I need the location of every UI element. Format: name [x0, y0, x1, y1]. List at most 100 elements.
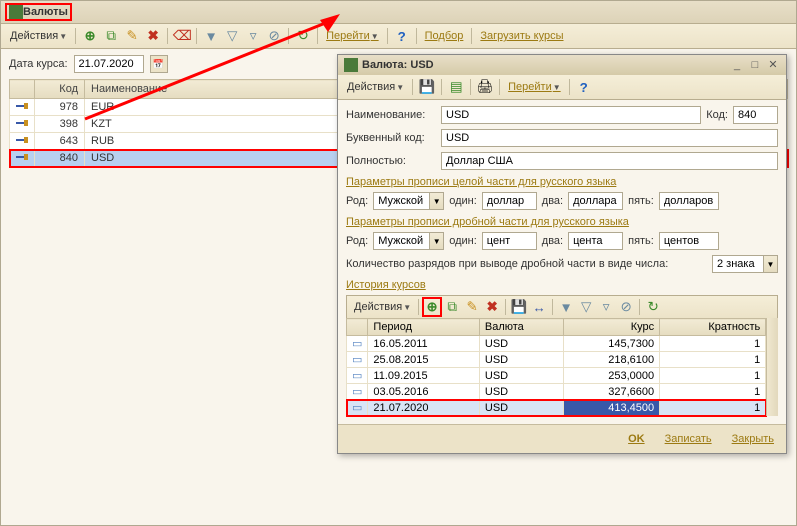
row-icon	[16, 119, 28, 127]
int-two-input[interactable]	[568, 192, 623, 210]
date-picker-icon[interactable]: 📅	[150, 55, 168, 73]
list-icon[interactable]: ▤	[447, 78, 465, 96]
row-icon	[16, 136, 28, 144]
dialog-actions-menu[interactable]: Действия▼	[344, 81, 407, 93]
mark-delete-icon[interactable]: ⌫	[173, 27, 191, 45]
hist-copy-icon[interactable]: ⧉	[443, 298, 461, 316]
full-label: Полностью:	[346, 155, 436, 167]
hist-col-period[interactable]: Период	[368, 319, 479, 336]
five-label: пять:	[628, 195, 654, 207]
main-toolbar: Действия▼ ⊕ ⧉ ✎ ✖ ⌫ ▼ ▽ ▿ ⊘ ↻ Перейти▼ ?…	[1, 24, 796, 49]
row-icon	[16, 102, 28, 110]
select-link[interactable]: Подбор	[422, 30, 467, 42]
alpha-input[interactable]	[441, 129, 778, 147]
chevron-down-icon[interactable]: ▼	[429, 233, 443, 249]
dialog-title: Валюта: USD	[362, 59, 726, 71]
hist-save-icon[interactable]: 💾	[510, 298, 528, 316]
record-icon: ▭	[352, 402, 362, 414]
name-input[interactable]	[441, 106, 701, 124]
load-rates-link[interactable]: Загрузить курсы	[477, 30, 566, 42]
int-one-input[interactable]	[482, 192, 537, 210]
gender-label: Род:	[346, 195, 368, 207]
hist-row[interactable]: ▭ 25.08.2015 USD 218,6100 1	[347, 352, 766, 368]
hist-row[interactable]: ▭ 03.05.2016 USD 327,6600 1	[347, 384, 766, 400]
dialog-body: Действия▼ 💾 ▤ 🖨 Перейти▼ ? Наименование:…	[338, 75, 786, 424]
dialog-buttons: OK Записать Закрыть	[338, 424, 786, 453]
dialog-help-icon[interactable]: ?	[575, 78, 593, 96]
minimize-icon[interactable]: _	[730, 59, 744, 71]
section-integer: Параметры прописи целой части для русско…	[346, 176, 778, 188]
chevron-down-icon[interactable]: ▼	[429, 193, 443, 209]
filter-clear-icon[interactable]: ⊘	[265, 27, 283, 45]
frac-two-input[interactable]	[568, 232, 623, 250]
history-table: Период Валюта Курс Кратность ▭ 16.05.201…	[346, 318, 766, 416]
name-label: Наименование:	[346, 109, 436, 121]
frac-five-input[interactable]	[659, 232, 719, 250]
col-icon[interactable]	[10, 80, 35, 99]
hist-swap-icon[interactable]: ↔	[530, 298, 548, 316]
close-button[interactable]: Закрыть	[726, 431, 780, 447]
ok-button[interactable]: OK	[622, 431, 651, 447]
filter-by-icon[interactable]: ▽	[223, 27, 241, 45]
filter-icon[interactable]: ▼	[202, 27, 220, 45]
hist-col-mult[interactable]: Кратность	[660, 319, 766, 336]
dialog-goto-link[interactable]: Перейти▼	[505, 81, 564, 93]
hist-refresh-icon[interactable]: ↻	[644, 298, 662, 316]
main-title: Валюты	[23, 6, 68, 18]
hist-filter-icon[interactable]: ▼	[557, 298, 575, 316]
gender-combo-int[interactable]: ▼	[373, 192, 444, 210]
two-label: два:	[542, 235, 563, 247]
goto-link[interactable]: Перейти▼	[323, 30, 382, 42]
history-header: История курсов	[346, 279, 778, 291]
dialog-titlebar: Валюта: USD _ □ ✕	[338, 55, 786, 75]
code-label: Код:	[706, 109, 728, 121]
filter-off-icon[interactable]: ▿	[244, 27, 262, 45]
history-scrollbar[interactable]	[766, 318, 778, 416]
add-icon[interactable]: ⊕	[81, 27, 99, 45]
date-input[interactable]	[74, 55, 144, 73]
hist-row[interactable]: ▭ 11.09.2015 USD 253,0000 1	[347, 368, 766, 384]
history-toolbar: Действия▼ ⊕ ⧉ ✎ ✖ 💾 ↔ ▼ ▽ ▿ ⊘ ↻	[346, 295, 778, 318]
gender-label: Род:	[346, 235, 368, 247]
hist-add-icon[interactable]: ⊕	[423, 298, 441, 316]
hist-col-currency[interactable]: Валюта	[479, 319, 563, 336]
save-icon[interactable]: 💾	[418, 78, 436, 96]
date-label: Дата курса:	[9, 58, 68, 70]
record-icon: ▭	[352, 370, 362, 382]
maximize-icon[interactable]: □	[748, 59, 762, 71]
code-input[interactable]	[733, 106, 778, 124]
full-input[interactable]	[441, 152, 778, 170]
digits-combo[interactable]: ▼	[712, 255, 778, 273]
hist-col-rate[interactable]: Курс	[564, 319, 660, 336]
main-titlebar: Валюты	[1, 1, 796, 24]
hist-filter3-icon[interactable]: ▿	[597, 298, 615, 316]
col-code[interactable]: Код	[35, 80, 85, 99]
actions-menu[interactable]: Действия▼	[7, 30, 70, 42]
history-section: Действия▼ ⊕ ⧉ ✎ ✖ 💾 ↔ ▼ ▽ ▿ ⊘ ↻	[346, 295, 778, 416]
hist-row[interactable]: ▭ 16.05.2011 USD 145,7300 1	[347, 336, 766, 352]
hist-delete-icon[interactable]: ✖	[483, 298, 501, 316]
two-label: два:	[542, 195, 563, 207]
print-icon[interactable]: 🖨	[476, 78, 494, 96]
alpha-label: Буквенный код:	[346, 132, 436, 144]
edit-icon[interactable]: ✎	[123, 27, 141, 45]
frac-one-input[interactable]	[482, 232, 537, 250]
save-button[interactable]: Записать	[659, 431, 718, 447]
hist-row[interactable]: ▭ 21.07.2020 USD 413,4500 1	[347, 400, 766, 416]
one-label: один:	[449, 195, 477, 207]
hist-filter-off-icon[interactable]: ⊘	[617, 298, 635, 316]
dialog-icon	[344, 58, 358, 72]
int-five-input[interactable]	[659, 192, 719, 210]
refresh-icon[interactable]: ↻	[294, 27, 312, 45]
hist-edit-icon[interactable]: ✎	[463, 298, 481, 316]
add-copy-icon[interactable]: ⧉	[102, 27, 120, 45]
hist-filter2-icon[interactable]: ▽	[577, 298, 595, 316]
five-label: пять:	[628, 235, 654, 247]
chevron-down-icon[interactable]: ▼	[763, 256, 777, 272]
close-icon[interactable]: ✕	[766, 59, 780, 71]
help-icon[interactable]: ?	[393, 27, 411, 45]
hist-actions-menu[interactable]: Действия▼	[351, 301, 414, 313]
gender-combo-frac[interactable]: ▼	[373, 232, 444, 250]
hist-col-icon[interactable]	[347, 319, 368, 336]
delete-icon[interactable]: ✖	[144, 27, 162, 45]
